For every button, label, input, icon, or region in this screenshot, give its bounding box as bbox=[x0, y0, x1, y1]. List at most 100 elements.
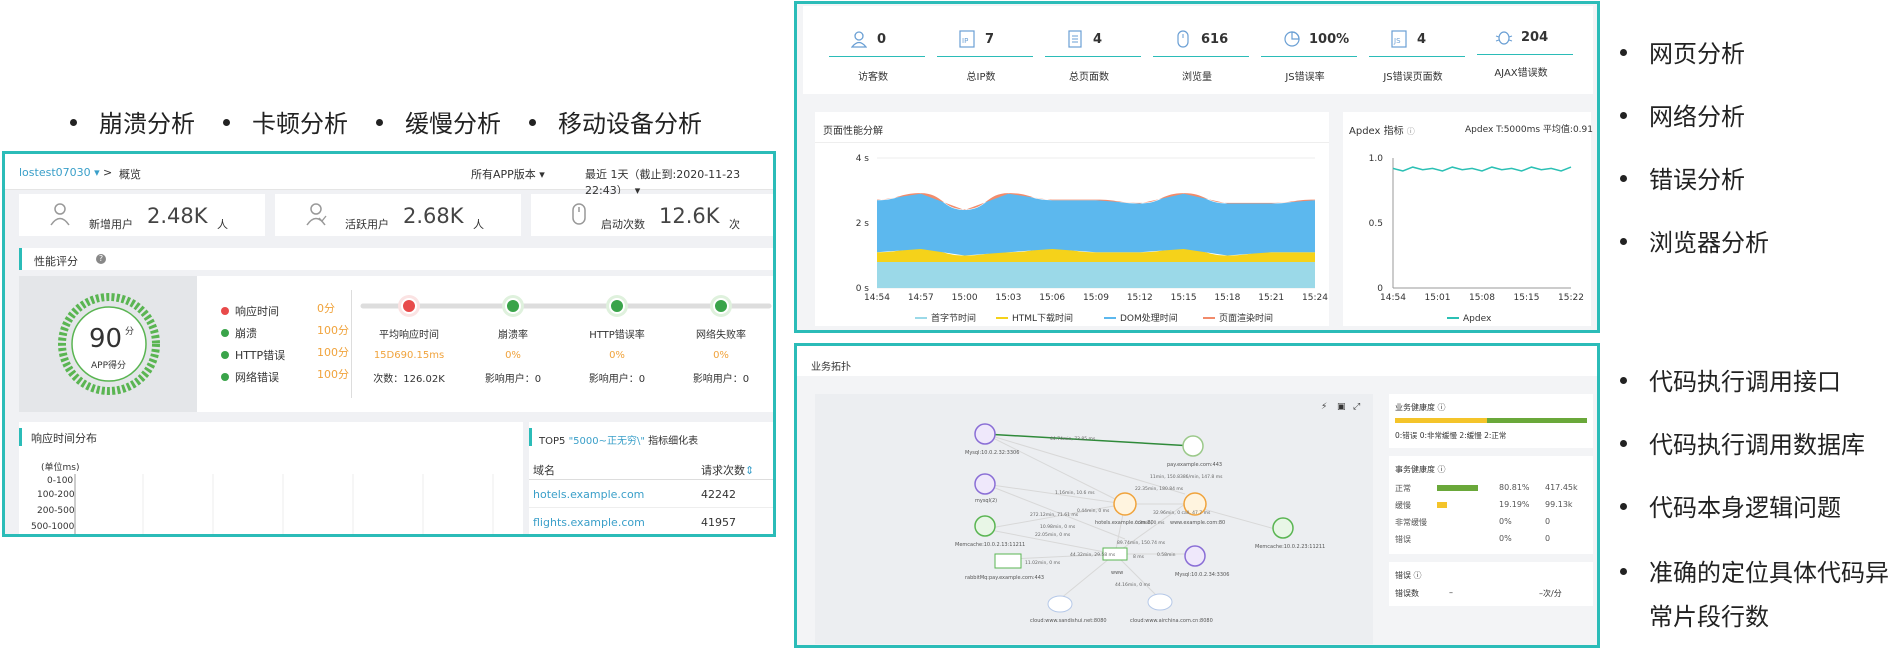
topo-title: 业务拓扑 bbox=[811, 362, 851, 373]
svg-text:JS: JS bbox=[1393, 37, 1401, 45]
svg-text:cloud:www.airchina.com.cn:8080: cloud:www.airchina.com.cn:8080 bbox=[1130, 618, 1213, 624]
score-value: 90 bbox=[89, 324, 123, 354]
tx-name: 缓慢 bbox=[1395, 501, 1411, 510]
mouse-icon bbox=[1177, 30, 1189, 48]
metric-label: JS错误页面数 bbox=[1383, 72, 1443, 83]
topo-node-mq bbox=[994, 553, 1022, 569]
tx-count: 99.13k bbox=[1545, 500, 1573, 509]
legend-label: 页面渲染时间 bbox=[1219, 312, 1273, 324]
metrics-bar: 0 访客数 IP 7 总IP数 4 总页面数 616 浏览量 100% JS错误… bbox=[803, 6, 1593, 94]
version-select[interactable]: 所有APP版本 ▾ bbox=[471, 166, 545, 182]
tx-name: 错误 bbox=[1395, 535, 1411, 544]
factor-score: 100分 bbox=[317, 368, 349, 381]
svg-text:44.74min, 73.85 ms: 44.74min, 73.85 ms bbox=[1050, 436, 1096, 442]
metric-ips: IP 7 总IP数 bbox=[929, 6, 1033, 94]
resp-title: 响应时间分布 bbox=[31, 432, 97, 445]
bullet-browser: 浏览器分析 bbox=[1620, 223, 1769, 258]
domain-link[interactable]: hotels.example.com bbox=[533, 488, 644, 501]
svg-text:22.35min, 180.84 ms: 22.35min, 180.84 ms bbox=[1135, 486, 1184, 492]
bullet-crash: 崩溃分析 bbox=[70, 104, 195, 139]
metric-pages: 4 总页面数 bbox=[1037, 6, 1141, 94]
apdex-title: Apdex 指标 ⓘ bbox=[1349, 126, 1415, 137]
bullet-lag: 卡顿分析 bbox=[223, 104, 348, 139]
factor-score: 100分 bbox=[317, 346, 349, 359]
bullet-code-locate-cont: 常片段行数 bbox=[1649, 603, 1769, 631]
y-tick-label: 1.0 bbox=[1369, 154, 1384, 164]
svg-text:rabbitMq:pay.example.com:443: rabbitMq:pay.example.com:443 bbox=[965, 575, 1044, 581]
resp-row-label: 200-500 bbox=[37, 506, 75, 516]
resp-row-label: 0-100 bbox=[47, 476, 74, 486]
kpi-value: 12.6K bbox=[659, 204, 720, 228]
x-tick-label: 15:01 bbox=[1425, 293, 1451, 303]
metric-value: 616 bbox=[1201, 32, 1229, 47]
metric-js-error-rate: 100% JS错误率 bbox=[1253, 6, 1357, 94]
svg-text:Memcache:10.0.2.13:11211: Memcache:10.0.2.13:11211 bbox=[955, 542, 1025, 548]
tx-health-row: 缓慢 19.19% 99.13k bbox=[1395, 499, 1587, 513]
metric-ajax-errors: 204 AJAX错误数 bbox=[1469, 6, 1573, 94]
svg-text:Mysql:10.0.2.34:3306: Mysql:10.0.2.34:3306 bbox=[1175, 572, 1229, 578]
factor-network: 网络错误 bbox=[221, 366, 279, 385]
perf-score-title-bar: 性能评分 ? bbox=[19, 248, 773, 270]
resp-row-label: 100-200 bbox=[37, 490, 75, 500]
pie-icon bbox=[1284, 31, 1300, 47]
breadcrumb-separator: > bbox=[103, 166, 113, 179]
help-icon[interactable]: ? bbox=[96, 254, 106, 264]
tx-health-row: 错误 0% 0 bbox=[1395, 533, 1587, 547]
table-row: flights.example.com 41957 bbox=[529, 508, 773, 534]
x-tick-label: 15:15 bbox=[1514, 293, 1540, 303]
col-count[interactable]: 请求次数⇕ bbox=[701, 462, 754, 478]
divider bbox=[1261, 56, 1357, 57]
score-factors: 响应时间 0分 崩溃 100分 HTTP错误 100分 网络错误 100分 平均… bbox=[197, 276, 773, 412]
x-tick-label: 15:09 bbox=[1083, 293, 1109, 303]
perf-breakdown-card: 页面性能分解 0 s2 s4 s 14:54 14:57 15:00 15:03 15:0… bbox=[815, 112, 1329, 326]
resp-unit: (单位ms) bbox=[41, 463, 80, 473]
svg-text:www: www bbox=[1111, 570, 1123, 576]
bug-icon bbox=[1495, 31, 1513, 45]
legend-label: 首字节时间 bbox=[931, 312, 976, 324]
resp-title-bar bbox=[19, 428, 22, 446]
app-selector[interactable]: lostest07030 ▾ bbox=[19, 166, 100, 179]
error-card: 错误 ⓘ 错误数 – –次/分 bbox=[1389, 562, 1593, 606]
mouse-icon bbox=[572, 203, 586, 225]
svg-text:11min, 150.8386/min, 147.8 ms: 11min, 150.8386/min, 147.8 ms bbox=[1150, 474, 1223, 480]
bullet-error: 错误分析 bbox=[1620, 160, 1745, 195]
biz-health-card: 业务健康度 ⓘ 0:错误 0:非常缓慢 2:缓慢 2:正常 bbox=[1389, 394, 1593, 448]
legend-label: Apdex bbox=[1463, 314, 1492, 324]
svg-text:22.05min, 0 ms: 22.05min, 0 ms bbox=[1035, 532, 1071, 538]
resp-grid bbox=[74, 474, 494, 534]
metric-js-error-pages: JS 4 JS错误页面数 bbox=[1361, 6, 1465, 94]
status-track bbox=[360, 295, 772, 317]
topo-canvas: ⚡ ▣ ⤢ Mysql:10.0.2.32:3306 pay.example.c… bbox=[815, 394, 1373, 644]
business-topology-panel: 业务拓扑 ⚡ ▣ ⤢ Mysql:10.0.2.32:3306 pay.exam… bbox=[794, 343, 1600, 648]
top5-title-bar bbox=[529, 428, 532, 446]
resp-row-label: 500-1000 bbox=[31, 522, 75, 532]
kpi-label: 启动次数 bbox=[601, 218, 645, 231]
kpi-launches: 启动次数 12.6K 次 bbox=[531, 194, 773, 236]
metric-label: AJAX错误数 bbox=[1494, 68, 1548, 79]
metric-value: 4 bbox=[1093, 32, 1103, 47]
stat-avg-response: 平均响应时间 15D690.15ms 次数：126.02K bbox=[373, 330, 445, 385]
perf-breakdown-chart: 0 s2 s4 s14:54 14:57 15:00 15:03 15:06 15:09 1… bbox=[856, 154, 1329, 324]
bullet-network: 网络分析 bbox=[1620, 97, 1745, 132]
metric-value: 0 bbox=[877, 32, 887, 47]
tx-count: 0 bbox=[1545, 517, 1551, 526]
factor-http: HTTP错误 bbox=[221, 344, 285, 363]
svg-text:0.3min, 0 ms: 0.3min, 0 ms bbox=[1135, 520, 1165, 526]
x-tick-label: 15:21 bbox=[1258, 293, 1284, 303]
tx-name: 正常 bbox=[1395, 484, 1411, 493]
biz-health-bar bbox=[1395, 418, 1587, 423]
factor-response: 响应时间 bbox=[221, 300, 279, 319]
bullet-code-api: 代码执行调用接口 bbox=[1620, 362, 1841, 397]
user-icon bbox=[50, 203, 70, 226]
top5-header: 域名 请求次数⇕ bbox=[529, 458, 773, 480]
x-tick-label: 15:12 bbox=[1127, 293, 1153, 303]
domain-link[interactable]: flights.example.com bbox=[533, 516, 645, 529]
metric-visitors: 0 访客数 bbox=[821, 6, 925, 94]
apdex-card: Apdex 指标 ⓘ Apdex T:5000ms 平均值:0.91 0 0.5 1… bbox=[1343, 112, 1593, 326]
tx-bar bbox=[1437, 519, 1487, 525]
metric-label: 访客数 bbox=[858, 72, 888, 83]
y-tick-label: 4 s bbox=[856, 154, 870, 164]
metric-pageviews: 616 浏览量 bbox=[1145, 6, 1249, 94]
svg-text:44.32min, 29.58 ms: 44.32min, 29.58 ms bbox=[1070, 552, 1116, 558]
metric-value: 7 bbox=[985, 32, 995, 47]
